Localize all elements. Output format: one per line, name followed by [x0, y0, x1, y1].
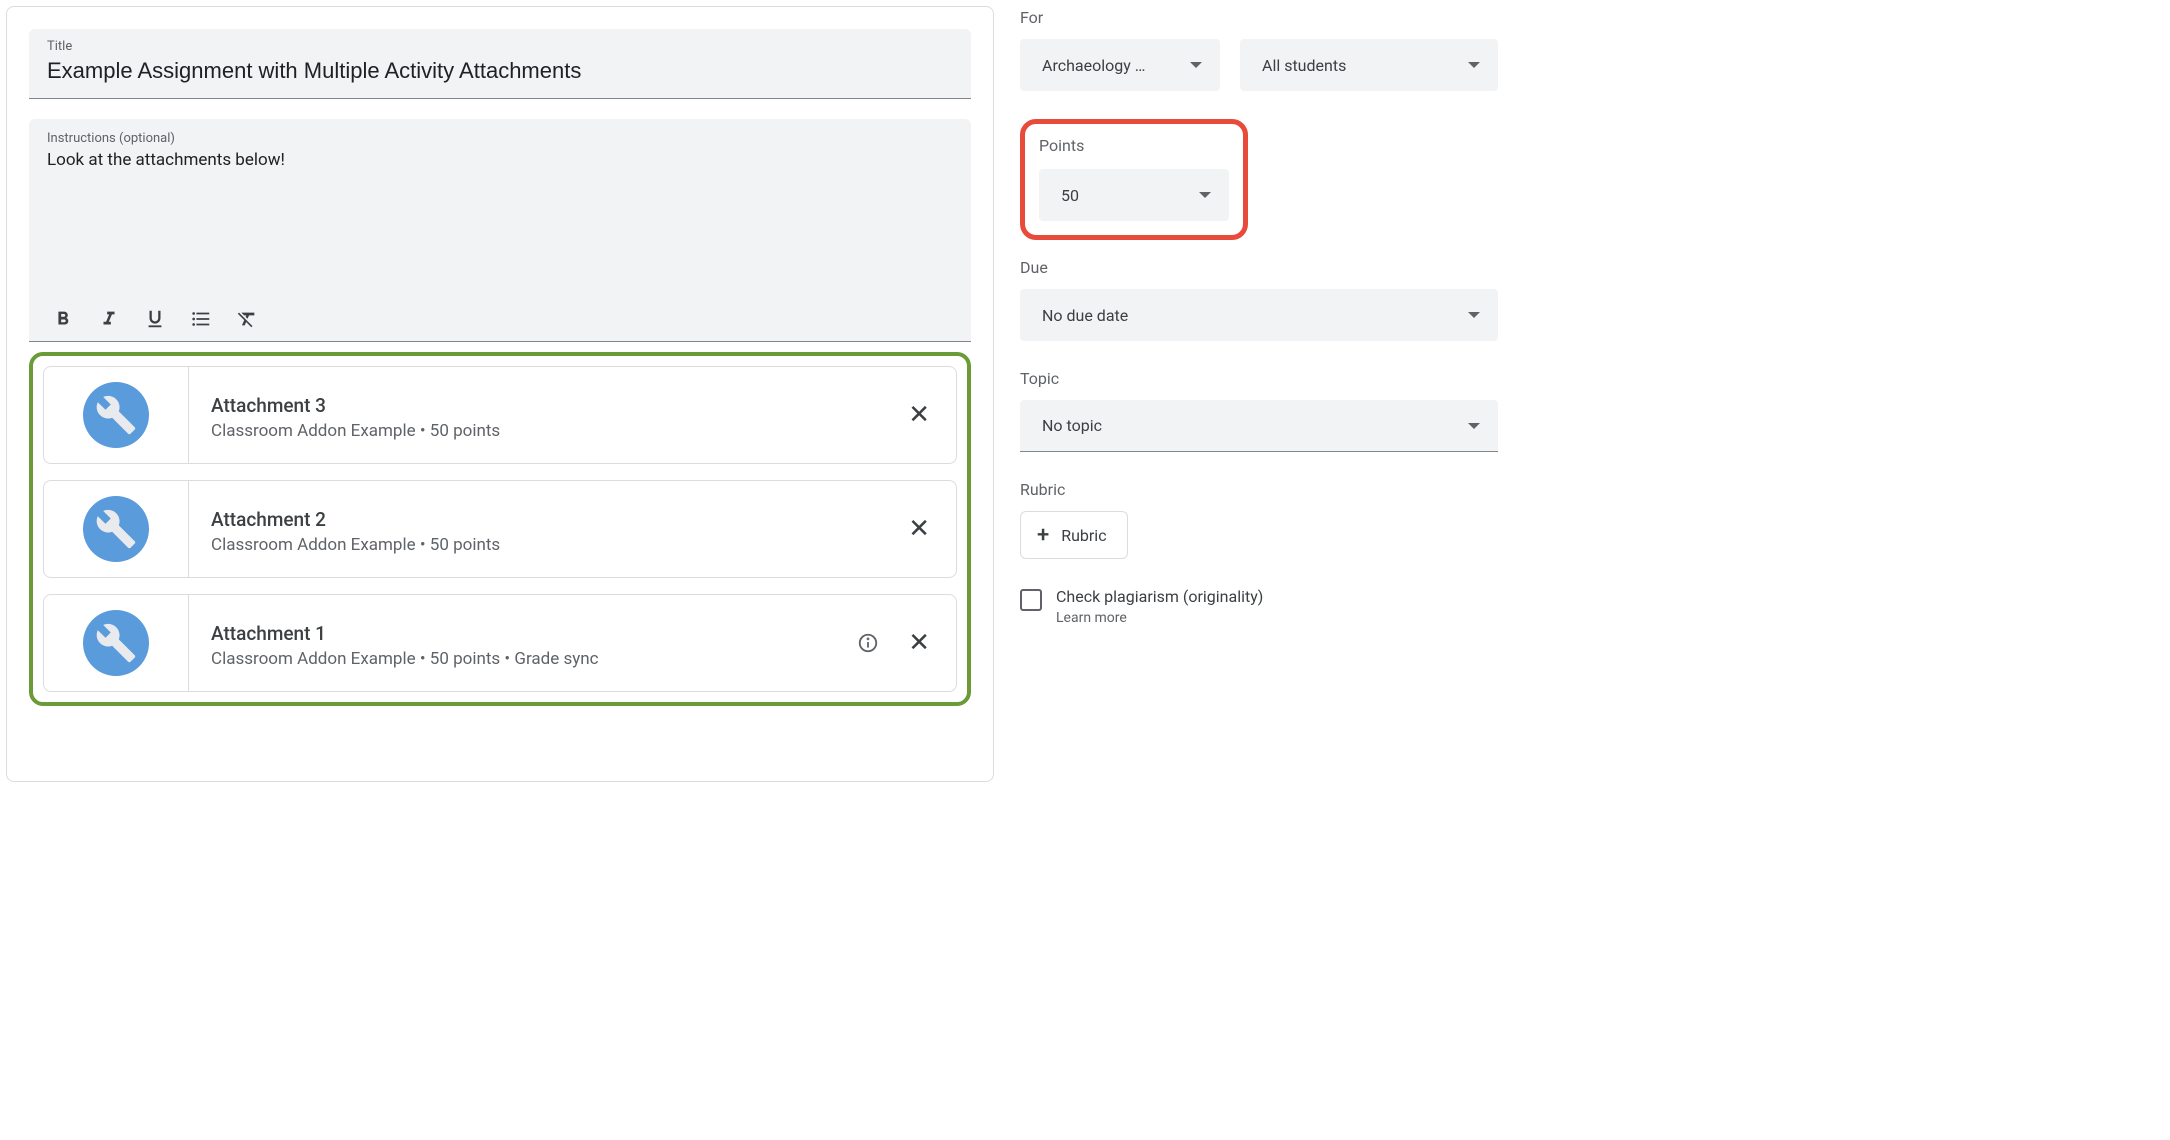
due-section: Due No due date [1020, 258, 1498, 341]
remove-attachment-button[interactable]: ✕ [908, 516, 930, 542]
title-field[interactable]: Title [29, 29, 971, 99]
title-input[interactable] [47, 58, 953, 84]
for-section: For Archaeology … All students [1020, 8, 1498, 91]
attachment-title: Attachment 2 [211, 508, 898, 531]
assignment-editor-page: Title Instructions (optional) [0, 0, 1506, 788]
addon-icon [83, 382, 149, 448]
topic-value: No topic [1042, 416, 1102, 435]
clear-format-button[interactable] [235, 307, 259, 331]
class-select-text: Archaeology … [1042, 56, 1145, 75]
attachment-title: Attachment 3 [211, 394, 898, 417]
rubric-button[interactable]: + Rubric [1020, 511, 1128, 559]
chevron-down-icon [1468, 312, 1480, 318]
points-highlight: Points 50 [1020, 119, 1248, 240]
topic-select[interactable]: No topic [1020, 400, 1498, 452]
chevron-down-icon [1190, 62, 1202, 68]
topic-label: Topic [1020, 369, 1498, 388]
format-toolbar [47, 307, 953, 331]
attachment-thumb [44, 595, 189, 691]
students-select[interactable]: All students [1240, 39, 1498, 91]
attachment-actions: ✕ [908, 367, 956, 463]
points-value: 50 [1061, 186, 1079, 205]
underline-button[interactable] [143, 307, 167, 331]
instructions-label: Instructions (optional) [47, 131, 953, 146]
attachment-subtitle: Classroom Addon Example • 50 points • Gr… [211, 649, 844, 669]
addon-icon [83, 610, 149, 676]
attachment-row[interactable]: Attachment 2 Classroom Addon Example • 50… [43, 480, 957, 578]
italic-button[interactable] [97, 307, 121, 331]
due-value: No due date [1042, 306, 1128, 325]
points-label: Points [1039, 136, 1229, 155]
bold-button[interactable] [51, 307, 75, 331]
rubric-label: Rubric [1020, 480, 1498, 499]
right-column: For Archaeology … All students Points 50… [1000, 0, 1506, 788]
attachments-highlight: Attachment 3 Classroom Addon Example • 50… [29, 352, 971, 706]
instructions-textarea[interactable] [47, 150, 953, 285]
topic-section: Topic No topic [1020, 369, 1498, 452]
chevron-down-icon [1199, 192, 1211, 198]
chevron-down-icon [1468, 62, 1480, 68]
assignment-card: Title Instructions (optional) [6, 6, 994, 782]
info-icon[interactable] [854, 629, 882, 657]
points-select[interactable]: 50 [1039, 169, 1229, 221]
left-column: Title Instructions (optional) [0, 0, 1000, 788]
chevron-down-icon [1468, 423, 1480, 429]
attachment-row[interactable]: Attachment 1 Classroom Addon Example • 50… [43, 594, 957, 692]
addon-icon [83, 496, 149, 562]
attachment-thumb [44, 367, 189, 463]
attachment-thumb [44, 481, 189, 577]
due-label: Due [1020, 258, 1498, 277]
students-select-text: All students [1262, 56, 1346, 75]
remove-attachment-button[interactable]: ✕ [908, 402, 930, 428]
remove-attachment-button[interactable]: ✕ [908, 630, 930, 656]
attachment-title: Attachment 1 [211, 622, 844, 645]
attachment-actions: ✕ [908, 481, 956, 577]
plus-icon: + [1037, 523, 1049, 548]
attachment-subtitle: Classroom Addon Example • 50 points [211, 535, 898, 555]
attachment-body: Attachment 2 Classroom Addon Example • 50… [189, 481, 908, 577]
plagiarism-row: Check plagiarism (originality) Learn mor… [1020, 587, 1498, 626]
plagiarism-checkbox[interactable] [1020, 589, 1042, 611]
instructions-field[interactable]: Instructions (optional) [29, 119, 971, 342]
attachment-body: Attachment 3 Classroom Addon Example • 50… [189, 367, 908, 463]
title-label: Title [47, 39, 953, 54]
rubric-section: Rubric + Rubric [1020, 480, 1498, 559]
for-label: For [1020, 8, 1498, 27]
class-select[interactable]: Archaeology … [1020, 39, 1220, 91]
list-button[interactable] [189, 307, 213, 331]
attachment-actions: ✕ [854, 595, 956, 691]
attachment-subtitle: Classroom Addon Example • 50 points [211, 421, 898, 441]
plagiarism-label: Check plagiarism (originality) [1056, 587, 1263, 606]
attachment-body: Attachment 1 Classroom Addon Example • 50… [189, 595, 854, 691]
rubric-button-label: Rubric [1061, 526, 1106, 545]
due-select[interactable]: No due date [1020, 289, 1498, 341]
attachment-row[interactable]: Attachment 3 Classroom Addon Example • 50… [43, 366, 957, 464]
learn-more-link[interactable]: Learn more [1056, 610, 1263, 626]
